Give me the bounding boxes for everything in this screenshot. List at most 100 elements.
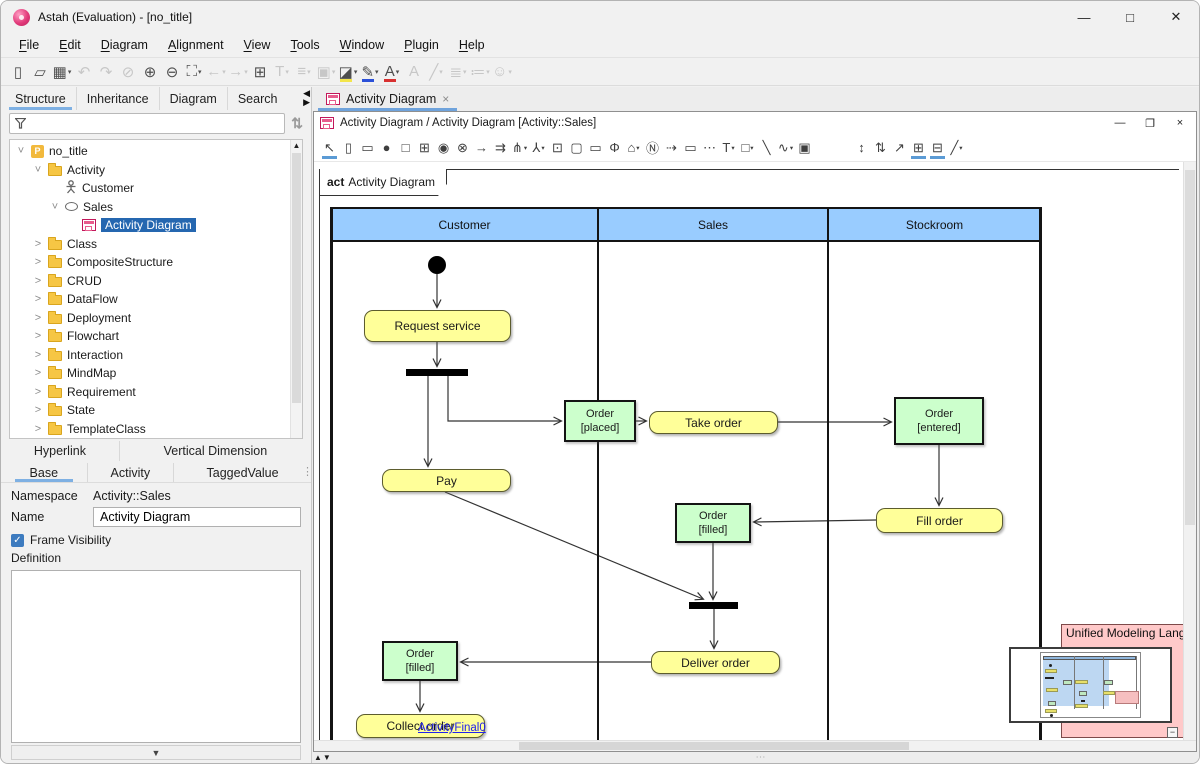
final-node-tool-icon[interactable]: ◉ [434,136,453,159]
tree-item-customer[interactable]: Customer [10,179,289,198]
font-color-icon[interactable]: A▾ [381,60,403,84]
sidebar-tab-search[interactable]: Search [227,87,288,110]
tree-expander-icon[interactable]: ˃ [33,367,43,379]
dependency-tool-icon[interactable]: ⇢ [662,136,681,159]
nested-activity-icon[interactable]: Ⓝ [643,136,662,159]
property-tab-taggedvalue[interactable]: TaggedValue [173,463,311,482]
control-flow-edge[interactable] [448,376,561,421]
splitter-dots[interactable]: ⋯ [756,752,767,763]
frame-tool-icon[interactable]: ▭ [586,136,605,159]
line-tool-icon[interactable]: ╲ [757,136,776,159]
tree-expander-icon[interactable]: ˅ [50,201,60,213]
action-request-service[interactable]: Request service [364,310,511,342]
definition-field[interactable] [11,570,301,743]
tree-item-templateclass[interactable]: ˃TemplateClass [10,420,289,439]
pin-icon[interactable]: ↗ [890,136,909,159]
vertical-scrollbar-thumb[interactable] [1185,170,1195,525]
pentagon-tool-icon[interactable]: ⌂▾ [624,136,643,159]
frame-label[interactable]: act Activity Diagram [319,169,447,196]
menu-file[interactable]: File [9,36,49,54]
swimlane-customer[interactable]: Customer [331,207,598,242]
horizontal-scrollbar-thumb[interactable] [519,742,909,750]
swimlane-stockroom[interactable]: Stockroom [828,207,1041,242]
fork-arrows-tool-icon[interactable]: ⇉ [491,136,510,159]
expand-all-icon[interactable]: ⊞ [909,136,928,159]
control-flow-edge[interactable] [445,492,703,599]
note-collapse-button[interactable]: − [1167,727,1178,738]
tree-expander-icon[interactable]: ˅ [33,164,43,176]
vertical-scrollbar[interactable] [1183,162,1196,740]
filter-input[interactable] [31,116,279,132]
tree-item-dataflow[interactable]: ˃DataFlow [10,290,289,309]
object-node-order-placed-[interactable]: Order[placed] [564,400,636,442]
object-node-tool-icon[interactable]: □ [396,136,415,159]
frame-visibility-checkbox[interactable]: ✓ [11,534,24,547]
name-field[interactable] [93,507,301,527]
distribute-icon[interactable]: ⇅ [871,136,890,159]
tree-item-mindmap[interactable]: ˃MindMap [10,364,289,383]
tree-item-compositestructure[interactable]: ˃CompositeStructure [10,253,289,272]
tree-expander-icon[interactable]: ˃ [33,404,43,416]
swimlane-sales[interactable]: Sales [598,207,828,242]
sidebar-tab-structure[interactable]: Structure [5,87,76,110]
fill-color-icon[interactable]: ◪▾ [337,60,359,84]
fork-bar[interactable] [406,369,468,376]
zoom-in-icon[interactable]: ⊕ [139,60,161,84]
action-tool-icon[interactable]: ▭ [358,136,377,159]
maximize-button[interactable]: □ [1107,1,1153,33]
tree-item-interaction[interactable]: ˃Interaction [10,346,289,365]
collapse-all-icon[interactable]: ⊟ [928,136,947,159]
initial-node[interactable] [428,256,446,274]
save-icon[interactable]: ▦▾ [51,60,73,84]
tree-expander-icon[interactable]: ˃ [33,330,43,342]
swimlane-divider[interactable] [330,207,333,740]
panel-collapse-arrows[interactable]: ◀▶ [303,89,310,107]
menu-diagram[interactable]: Diagram [91,36,158,54]
tree-expander-icon[interactable]: ˃ [33,423,43,435]
menu-edit[interactable]: Edit [49,36,91,54]
text-tool-icon[interactable]: T▾ [719,136,738,159]
tree-expander-icon[interactable]: ˃ [33,386,43,398]
zoom-out-icon[interactable]: ⊖ [161,60,183,84]
tree-item-activity[interactable]: ˅Activity [10,161,289,180]
tree-expander-icon[interactable]: ˃ [33,238,43,250]
expand-region-icon[interactable]: ⊡ [548,136,567,159]
filter-box[interactable] [9,113,285,134]
property-tab-vertical-dimension[interactable]: Vertical Dimension [119,441,311,461]
connector-bar-icon[interactable]: Φ [605,136,624,159]
tree-expander-icon[interactable]: ˃ [33,256,43,268]
minimize-button[interactable]: — [1061,1,1107,33]
select-pointer-icon[interactable]: ↖ [320,136,339,159]
fork-tool-icon[interactable]: ⋔▾ [510,136,529,159]
action-fill-order[interactable]: Fill order [876,508,1003,533]
initial-node-tool-icon[interactable]: ● [377,136,396,159]
rect-tool-icon[interactable]: □▾ [738,136,757,159]
tree-item-no-title[interactable]: ˅Pno_title [10,142,289,161]
property-tab-hyperlink[interactable]: Hyperlink [1,441,119,461]
tree-item-crud[interactable]: ˃CRUD [10,272,289,291]
fit-height-icon[interactable]: ↕ [852,136,871,159]
definition-collapse-button[interactable]: ▼ [11,745,301,760]
tree-item-activity-diagram[interactable]: Activity Diagram [10,216,289,235]
join-bar[interactable] [689,602,738,609]
scroll-up-icon[interactable]: ▲ [291,140,302,152]
close-button[interactable]: ✕ [1153,1,1199,33]
menu-alignment[interactable]: Alignment [158,36,234,54]
tab-activity-diagram[interactable]: Activity Diagram × [318,87,457,111]
join-tool-icon[interactable]: ⅄▾ [529,136,548,159]
sidebar-tab-inheritance[interactable]: Inheritance [76,87,159,110]
swimlane-divider[interactable] [597,207,600,740]
tree-item-flowchart[interactable]: ˃Flowchart [10,327,289,346]
property-tab-activity[interactable]: Activity [87,463,174,482]
tree-expander-icon[interactable]: ˃ [33,349,43,361]
action-deliver-order[interactable]: Deliver order [651,651,780,674]
inner-minimize-button[interactable]: — [1108,113,1132,133]
tree-item-requirement[interactable]: ˃Requirement [10,383,289,402]
inner-close-button[interactable]: × [1168,113,1192,133]
tree-item-class[interactable]: ˃Class [10,235,289,254]
tree-expander-icon[interactable]: ˅ [16,145,26,157]
property-tab-base[interactable]: Base [1,463,87,482]
fit-window-icon[interactable]: ⛶▾ [183,60,205,84]
open-project-icon[interactable]: ▱ [29,60,51,84]
overview-minimap[interactable] [1009,647,1172,723]
